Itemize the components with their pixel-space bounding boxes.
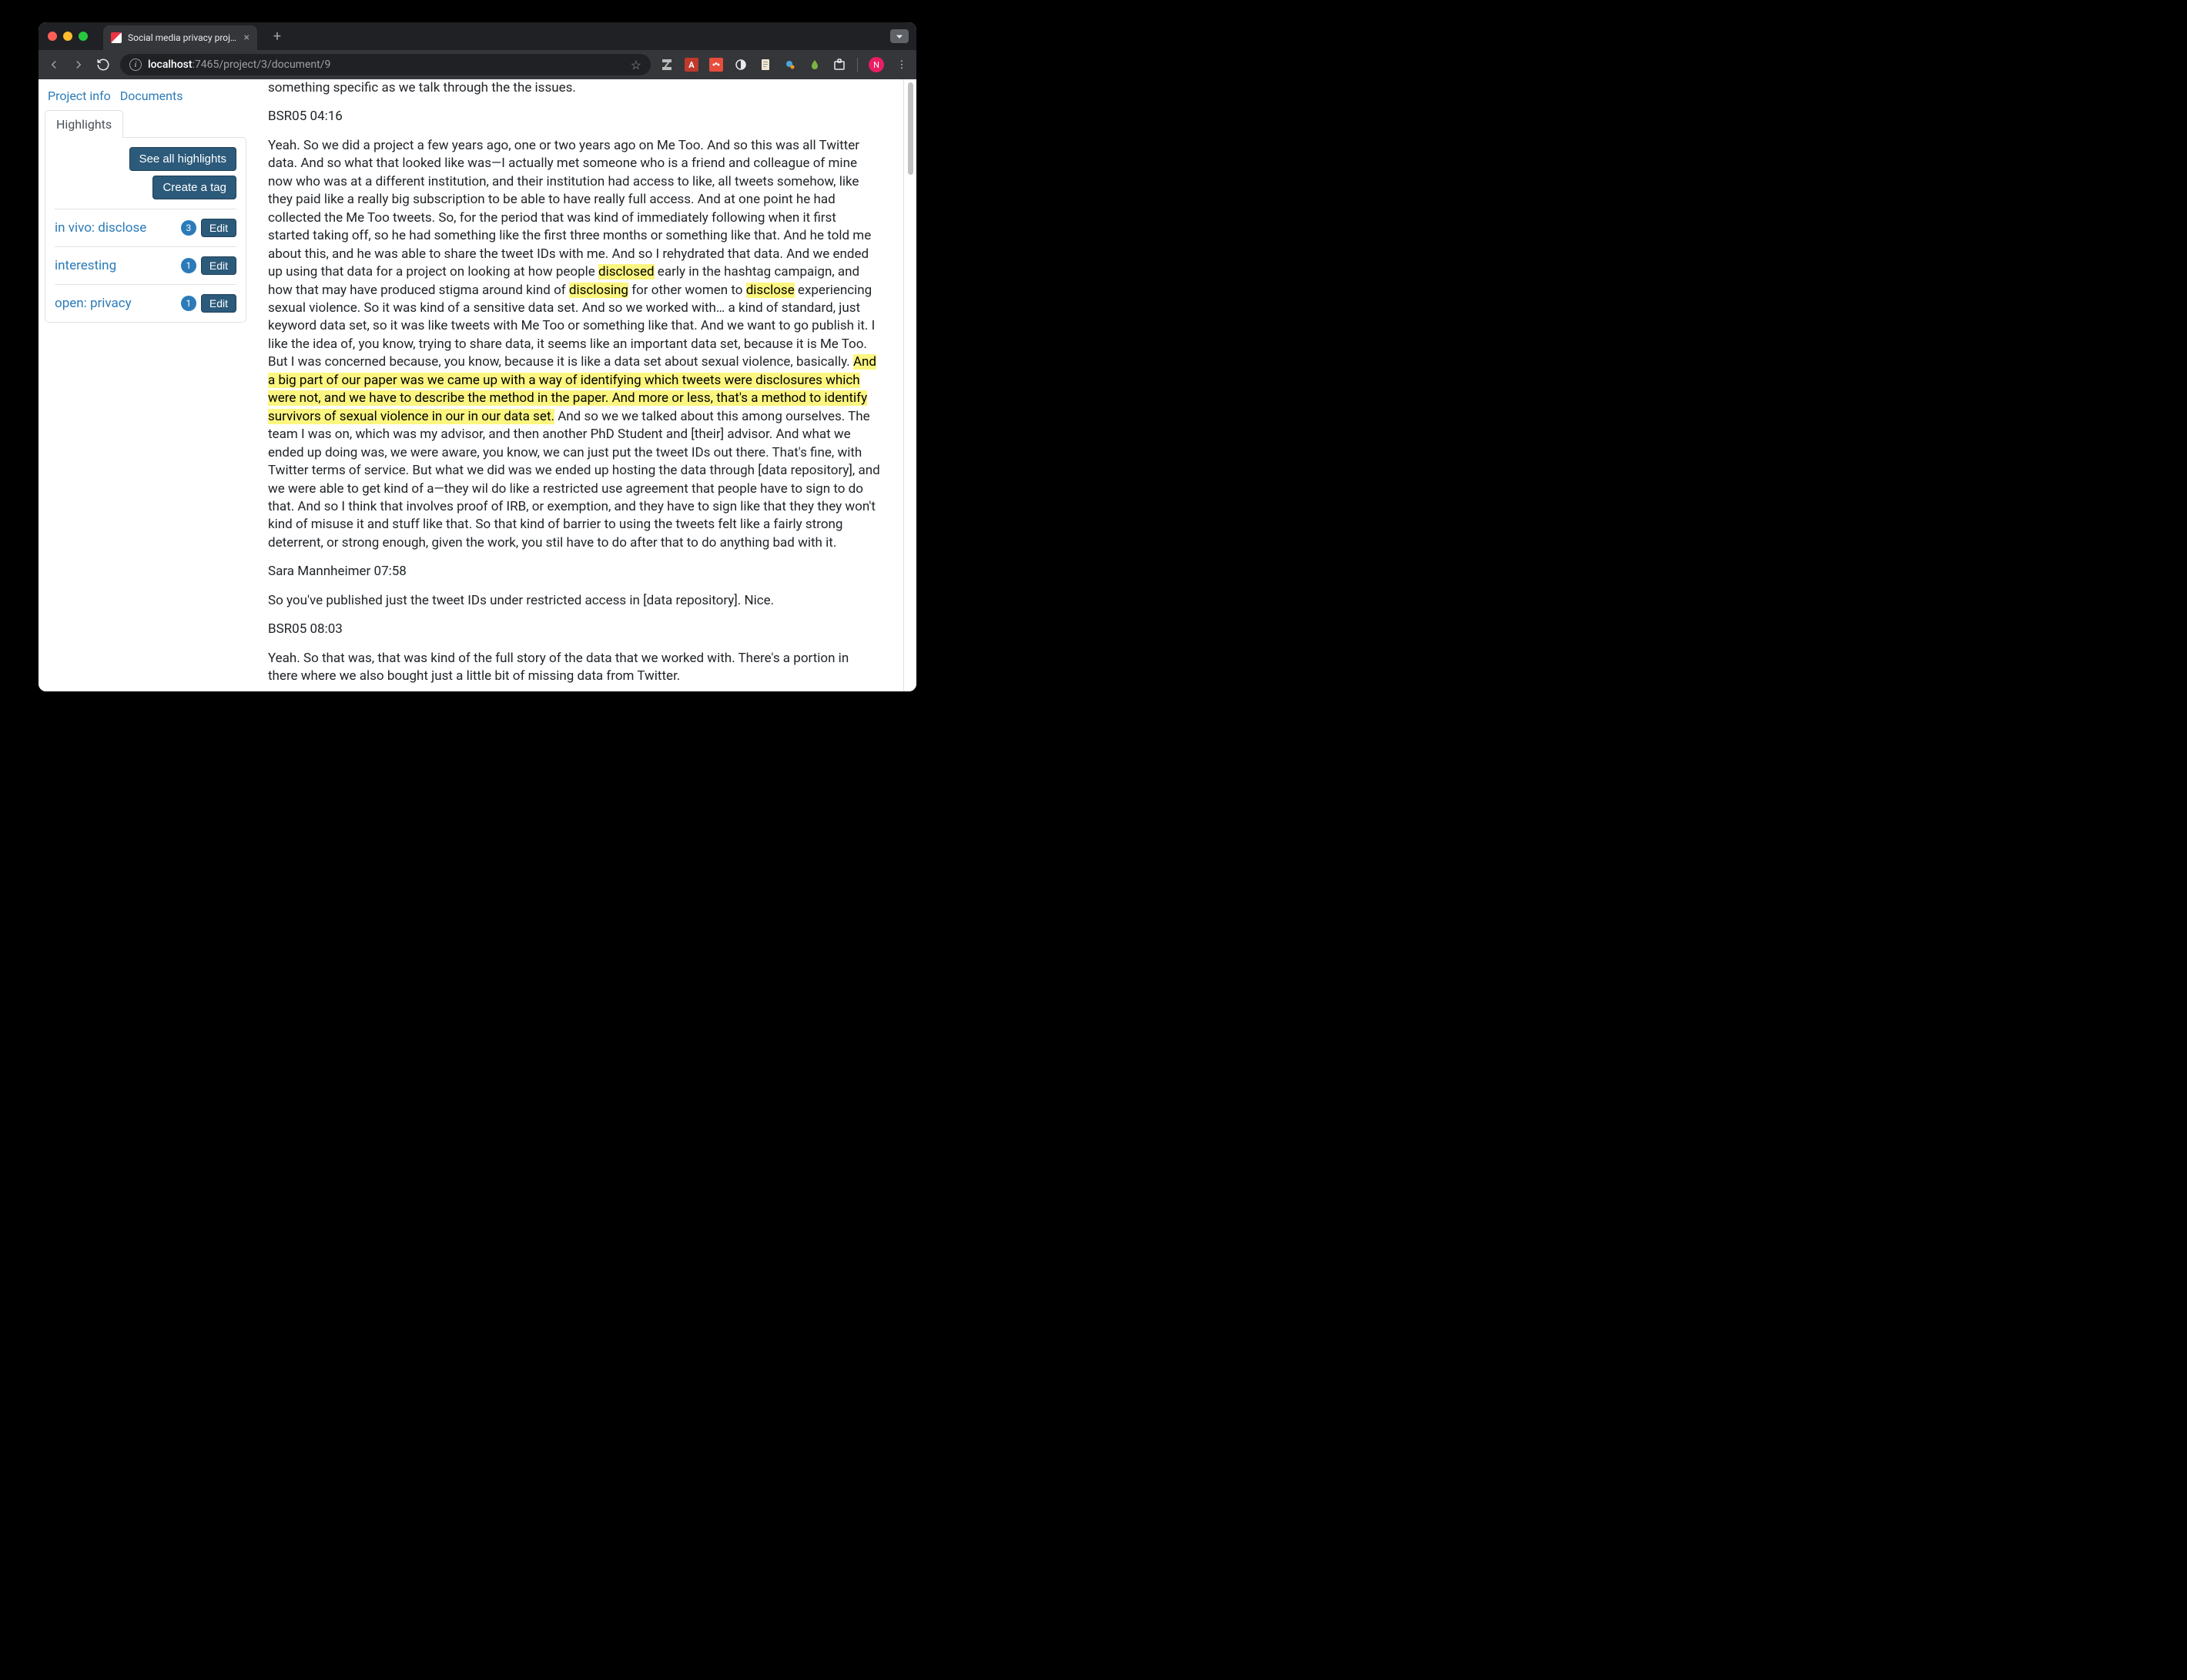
address-bar[interactable]: i localhost:7465/project/3/document/9 ☆	[120, 54, 651, 75]
extension-mendeley-icon[interactable]	[709, 58, 723, 72]
tag-link-open-privacy[interactable]: open: privacy	[55, 296, 132, 311]
extensions-menu-icon[interactable]	[832, 58, 846, 72]
speaker-timestamp: BSR05 08:03	[268, 621, 880, 638]
tab-title: Social media privacy project p	[128, 32, 238, 43]
window-maximize-button[interactable]	[79, 32, 88, 41]
tag-count-badge: 3	[181, 220, 196, 236]
speaker-timestamp: BSR05 04:16	[268, 108, 880, 125]
extension-drop-icon[interactable]	[808, 58, 822, 72]
tag-link-invivo-disclose[interactable]: in vivo: disclose	[55, 220, 146, 236]
highlight[interactable]: disclosing	[569, 283, 628, 298]
nav-documents[interactable]: Documents	[120, 89, 183, 103]
scrollbar[interactable]	[906, 81, 915, 690]
nav-project-info[interactable]: Project info	[48, 89, 111, 103]
favicon-icon	[111, 32, 122, 43]
tag-row: open: privacy 1 Edit	[55, 284, 236, 313]
paragraph: So you've published just the tweet IDs u…	[268, 592, 880, 610]
sidebar: Project info Documents Highlights See al…	[39, 79, 246, 691]
tag-row: in vivo: disclose 3 Edit	[55, 209, 236, 246]
toolbar-separator	[857, 58, 858, 72]
browser-window: Social media privacy project p × + i loc…	[39, 22, 916, 691]
extension-zotero-icon[interactable]	[660, 58, 674, 72]
extension-search-icon[interactable]	[783, 58, 797, 72]
tab-close-icon[interactable]: ×	[244, 32, 250, 44]
window-minimize-button[interactable]	[63, 32, 72, 41]
extension-darkreader-icon[interactable]	[734, 58, 748, 72]
document-body: something specific as we talk through th…	[246, 79, 904, 691]
back-button[interactable]	[46, 57, 62, 72]
browser-menu-icon[interactable]: ⋮	[895, 58, 909, 72]
paragraph: something specific as we talk through th…	[268, 79, 880, 97]
url-text: localhost:7465/project/3/document/9	[148, 59, 330, 71]
reload-button[interactable]	[95, 57, 111, 72]
window-close-button[interactable]	[48, 32, 57, 41]
tab-highlights[interactable]: Highlights	[45, 110, 123, 138]
panel-actions: See all highlights Create a tag	[55, 147, 236, 199]
tag-count-badge: 1	[181, 258, 196, 273]
extension-icons: A N ⋮	[660, 57, 909, 72]
paragraph: Yeah. So we did a project a few years ag…	[268, 137, 880, 552]
new-tab-button[interactable]: +	[266, 28, 288, 45]
browser-tab[interactable]: Social media privacy project p ×	[103, 25, 257, 50]
bookmark-star-icon[interactable]: ☆	[631, 58, 641, 72]
forward-button[interactable]	[71, 57, 86, 72]
tag-row: interesting 1 Edit	[55, 246, 236, 284]
toolbar: i localhost:7465/project/3/document/9 ☆ …	[39, 50, 916, 79]
edit-tag-button[interactable]: Edit	[201, 256, 236, 275]
create-tag-button[interactable]: Create a tag	[152, 176, 236, 199]
edit-tag-button[interactable]: Edit	[201, 219, 236, 237]
tag-count-badge: 1	[181, 296, 196, 311]
page-content: Project info Documents Highlights See al…	[39, 79, 916, 691]
highlight[interactable]: disclosed	[598, 264, 655, 279]
extension-adobe-icon[interactable]: A	[685, 58, 698, 72]
highlight[interactable]: disclose	[746, 283, 795, 298]
paragraph: Yeah. So that was, that was kind of the …	[268, 650, 880, 686]
extension-doc-icon[interactable]	[759, 58, 772, 72]
profile-avatar[interactable]: N	[869, 57, 884, 72]
speaker-timestamp: Sara Mannheimer 07:58	[268, 563, 880, 581]
tag-link-interesting[interactable]: interesting	[55, 258, 116, 273]
traffic-lights	[48, 32, 88, 41]
sidebar-nav: Project info Documents	[45, 85, 246, 109]
window-dropdown-button[interactable]	[890, 29, 909, 43]
see-all-highlights-button[interactable]: See all highlights	[129, 147, 236, 171]
site-info-icon[interactable]: i	[129, 59, 142, 71]
edit-tag-button[interactable]: Edit	[201, 294, 236, 313]
highlights-panel: See all highlights Create a tag in vivo:…	[45, 137, 246, 323]
scrollbar-thumb[interactable]	[908, 82, 913, 175]
tab-bar: Social media privacy project p × +	[39, 22, 916, 50]
